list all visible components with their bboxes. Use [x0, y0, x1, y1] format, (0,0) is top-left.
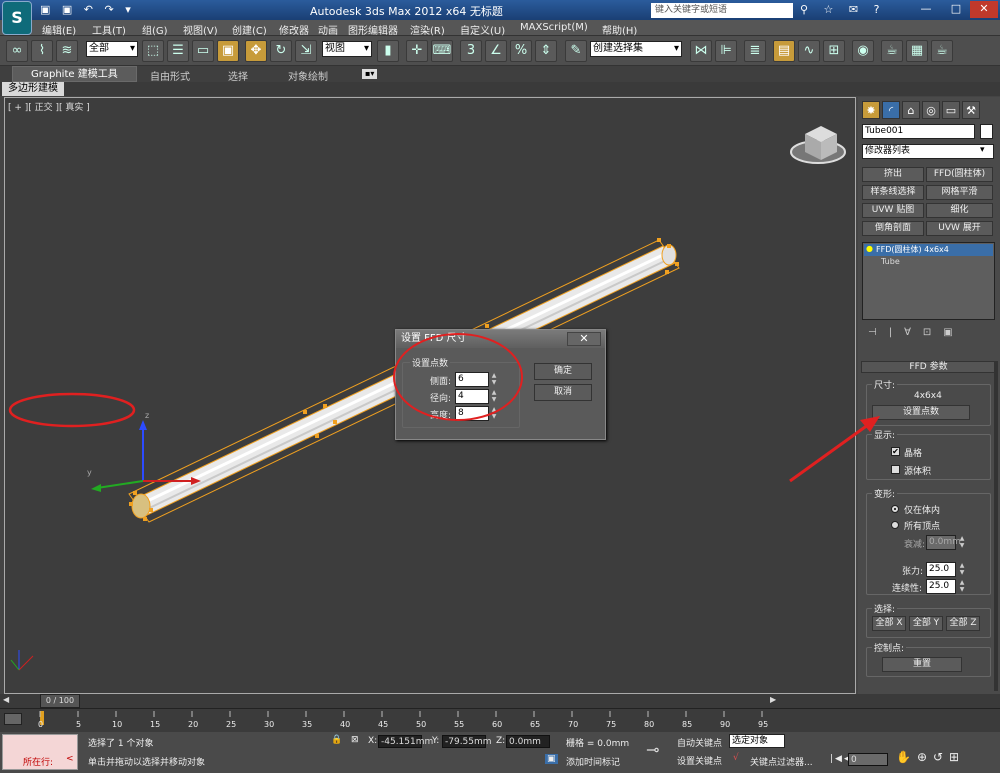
- viewport-nav-icons[interactable]: ✋⊕↺⊞: [896, 750, 965, 764]
- app-logo-icon[interactable]: S: [2, 1, 32, 35]
- tick-label: 80: [644, 720, 655, 729]
- tick-label: 30: [264, 720, 275, 729]
- lock-selection-icon[interactable]: 🔒: [331, 735, 342, 745]
- tick-label: 25: [226, 720, 237, 729]
- tick-label: 20: [188, 720, 199, 729]
- key-selection-dropdown[interactable]: 选定对象: [729, 734, 785, 748]
- time-slider-bar[interactable]: 0 / 100 ◀ ▶: [0, 694, 1000, 708]
- tick-label: 65: [530, 720, 541, 729]
- x-coordinate-field[interactable]: -45.151mm: [378, 735, 433, 748]
- timeline-next-icon[interactable]: ▶: [770, 695, 776, 704]
- tick-label: 85: [682, 720, 693, 729]
- tick-label: 0: [38, 720, 44, 729]
- tick-label: 55: [454, 720, 465, 729]
- auto-key-button[interactable]: 自动关键点: [677, 736, 722, 749]
- add-time-tag-button[interactable]: 添加时间标记: [566, 755, 620, 768]
- tick-label: 75: [606, 720, 617, 729]
- tick-label: 40: [340, 720, 351, 729]
- maxscript-listener[interactable]: 所在行: <: [2, 734, 78, 770]
- x-label: X:: [368, 736, 378, 746]
- key-mode-icon[interactable]: √: [733, 753, 739, 763]
- tick-label: 15: [150, 720, 161, 729]
- timeline-prev-icon[interactable]: ◀: [3, 695, 9, 704]
- prompt-text: 单击并拖动以选择并移动对象: [88, 758, 206, 768]
- tick-label: 50: [416, 720, 427, 729]
- tick-label: 45: [378, 720, 389, 729]
- tick-label: 35: [302, 720, 313, 729]
- selected-count-text: 选择了 1 个对象: [88, 739, 154, 749]
- tick-label: 70: [568, 720, 579, 729]
- absolute-mode-icon[interactable]: ⊠: [351, 735, 359, 745]
- y-coordinate-field[interactable]: -79.55mm: [442, 735, 492, 748]
- current-frame-field[interactable]: 0: [848, 753, 888, 766]
- status-bar: 所在行: < 选择了 1 个对象 单击并拖动以选择并移动对象 🔒 ⊠ X: -4…: [0, 732, 1000, 773]
- tick-label: 95: [758, 720, 769, 729]
- red-arrow-annotation: [789, 416, 880, 483]
- tick-label: 60: [492, 720, 503, 729]
- grid-size-text: 栅格 = 0.0mm: [566, 739, 630, 749]
- set-key-button[interactable]: 设置关键点: [677, 754, 722, 767]
- y-label: Y:: [432, 736, 440, 746]
- time-slider[interactable]: 0 / 100: [40, 694, 80, 708]
- tick-label: 5: [76, 720, 82, 729]
- listener-arrow-icon: <: [66, 754, 74, 764]
- running-label: 所在行:: [23, 758, 54, 768]
- key-filters-button[interactable]: 关键点过滤器...: [750, 755, 813, 768]
- key-icon[interactable]: ⊸: [646, 740, 659, 759]
- tick-label: 90: [720, 720, 731, 729]
- track-bar[interactable]: 0 5 10 15 20 25 30 35 40 45 50 55 60 65 …: [0, 708, 1000, 732]
- z-label: Z:: [496, 736, 506, 746]
- time-tag-icon[interactable]: ▣: [545, 754, 558, 764]
- z-coordinate-field[interactable]: 0.0mm: [506, 735, 550, 748]
- tick-label: 10: [112, 720, 123, 729]
